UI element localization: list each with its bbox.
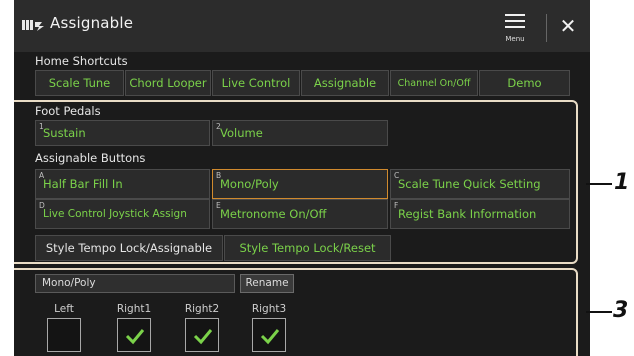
display-screen: Assignable Menu ✕ Home Shortcuts Scale T… [14,0,590,356]
piano-keys-icon [22,18,46,34]
button-function-label: Half Bar Fill In [43,177,123,191]
check-icon [193,329,213,345]
button-letter: D [39,201,45,210]
pedal-number: 2 [216,122,221,131]
part-right1-checkbox[interactable] [117,318,151,352]
part-left-checkbox[interactable] [47,318,81,352]
button-function-label: Scale Tune Quick Setting [398,177,541,191]
callout-3: 3 [613,298,629,323]
check-icon [125,329,145,345]
hamburger-icon [505,14,525,30]
menu-button[interactable]: Menu [498,12,532,48]
part-right3-label: Right3 [251,303,287,315]
callout-line-3 [586,311,612,313]
shortcut-assignable[interactable]: Assignable [301,70,389,96]
home-shortcuts-heading: Home Shortcuts [35,54,128,68]
rename-button[interactable]: Rename [240,274,294,293]
assignable-button-c[interactable]: C Scale Tune Quick Setting [390,169,570,199]
page-title: Assignable [50,14,134,32]
shortcut-live-control[interactable]: Live Control [212,70,300,96]
assignable-button-d[interactable]: D Live Control Joystick Assign [35,199,210,229]
button-letter: A [39,171,45,180]
button-letter: E [216,201,221,210]
assignable-button-e[interactable]: E Metronome On/Off [212,199,388,229]
foot-pedals-heading: Foot Pedals [35,104,101,118]
title-bar: Assignable Menu ✕ [14,0,590,52]
close-icon[interactable]: ✕ [554,12,582,40]
part-left-label: Left [54,303,74,315]
pedal-function-label: Sustain [43,126,86,140]
divider [546,14,547,42]
button-function-label: Live Control Joystick Assign [43,208,187,220]
assignable-button-a[interactable]: A Half Bar Fill In [35,169,210,199]
style-tempo-lock-button[interactable]: Style Tempo Lock/Reset [224,235,391,261]
shortcut-scale-tune[interactable]: Scale Tune [35,70,124,96]
button-letter: F [394,201,399,210]
foot-pedal-1-button[interactable]: 1 Sustain [35,120,210,146]
part-right2-checkbox[interactable] [185,318,219,352]
button-function-label: Regist Bank Information [398,207,537,221]
callout-line-1 [586,183,612,185]
button-letter: B [216,171,222,180]
shortcut-channel-onoff[interactable]: Channel On/Off [390,70,478,96]
foot-pedal-2-button[interactable]: 2 Volume [212,120,388,146]
pedal-function-label: Volume [220,126,263,140]
function-name-field[interactable]: Mono/Poly [35,274,235,293]
part-right1-label: Right1 [116,303,152,315]
menu-label: Menu [505,35,525,43]
button-function-label: Mono/Poly [220,177,279,191]
shortcut-demo[interactable]: Demo [479,70,570,96]
assignable-button-f[interactable]: F Regist Bank Information [390,199,570,229]
assignable-button-b[interactable]: B Mono/Poly [212,169,388,199]
assignable-buttons-heading: Assignable Buttons [35,151,146,165]
button-letter: C [394,171,400,180]
style-tempo-lock-label: Style Tempo Lock/Assignable [35,235,223,261]
button-function-label: Metronome On/Off [220,207,327,221]
part-right3-checkbox[interactable] [252,318,286,352]
part-right2-label: Right2 [184,303,220,315]
check-icon [260,329,280,345]
pedal-number: 1 [39,122,44,131]
callout-1: 1 [614,170,630,195]
shortcut-chord-looper[interactable]: Chord Looper [125,70,211,96]
